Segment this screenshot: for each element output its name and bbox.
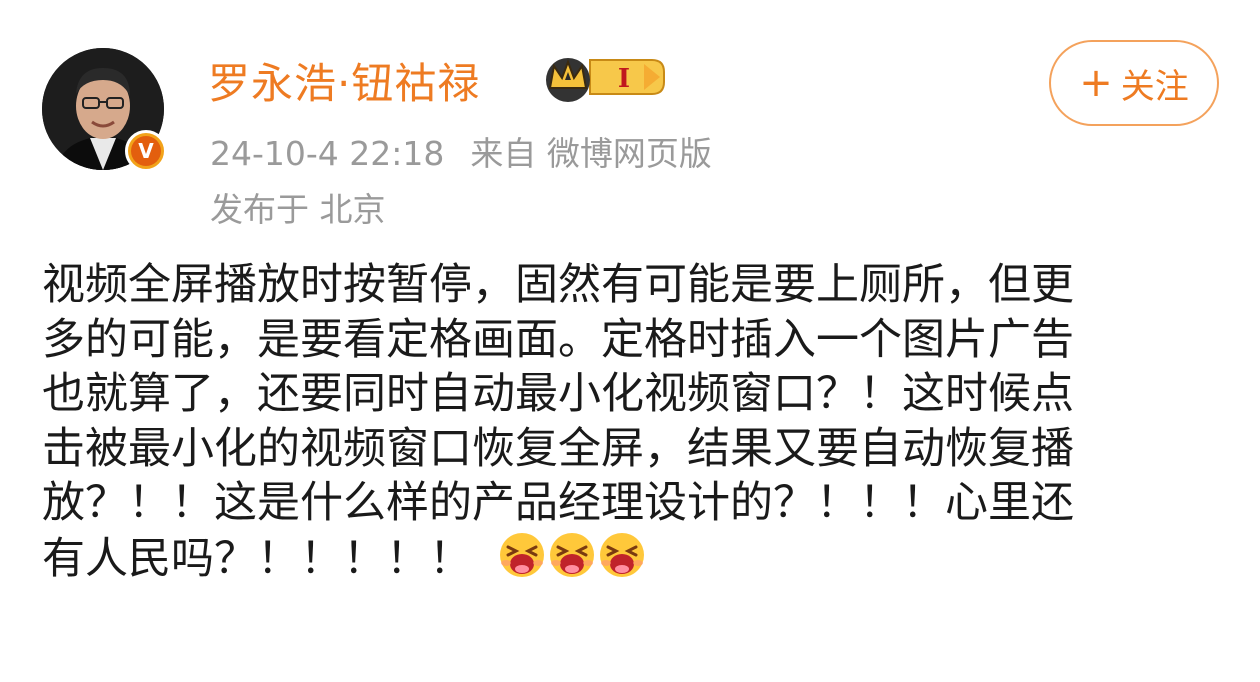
crying-face-emoji xyxy=(600,532,644,577)
crying-face-emoji xyxy=(500,532,544,577)
post-timestamp[interactable]: 24-10-4 22:18 xyxy=(210,134,444,173)
post-location: 发布于 北京 xyxy=(210,190,386,229)
username[interactable]: 罗永浩·钮祜禄 xyxy=(208,50,480,111)
follow-button-label: 关注 xyxy=(1120,66,1189,107)
follow-button[interactable]: + 关注 xyxy=(1049,40,1219,126)
svg-text:I: I xyxy=(618,64,630,94)
emoji-row xyxy=(498,531,648,587)
post-text-line: 多的可能，是要看定格画面。定格时插入一个图片广告 xyxy=(42,314,1074,365)
verified-badge-icon: V xyxy=(125,130,167,172)
plus-icon: + xyxy=(1079,60,1113,106)
post-text-line: 放？！！这是什么样的产品经理设计的？！！！心里还 xyxy=(42,478,1074,528)
crying-face-emoji xyxy=(550,532,594,577)
post-text-line: 也就算了，还要同时自动最小化视频窗口？！这时候点 xyxy=(42,369,1074,419)
weibo-post: V 罗永浩·钮祜禄 I 24-10-4 22:18 来自 微博网页版 发布于 北京… xyxy=(0,0,1260,682)
post-text-line: 击被最小化的视频窗口恢复全屏，结果又要自动恢复播 xyxy=(42,423,1074,474)
post-source: 来自 微博网页版 xyxy=(470,134,712,173)
post-meta: 24-10-4 22:18 来自 微博网页版 xyxy=(210,127,712,175)
member-crown-badge-icon[interactable]: I xyxy=(540,52,668,104)
post-text-line: 有人民吗？！！！！！ xyxy=(42,533,472,584)
post-content: 视频全屏播放时按暂停，固然有可能是要上厕所，但更 多的可能，是要看定格画面。定格… xyxy=(42,258,1222,586)
post-text-line: 视频全屏播放时按暂停，固然有可能是要上厕所，但更 xyxy=(42,260,1074,310)
post-text-last-line: 有人民吗？！！！！！ xyxy=(42,531,1222,587)
